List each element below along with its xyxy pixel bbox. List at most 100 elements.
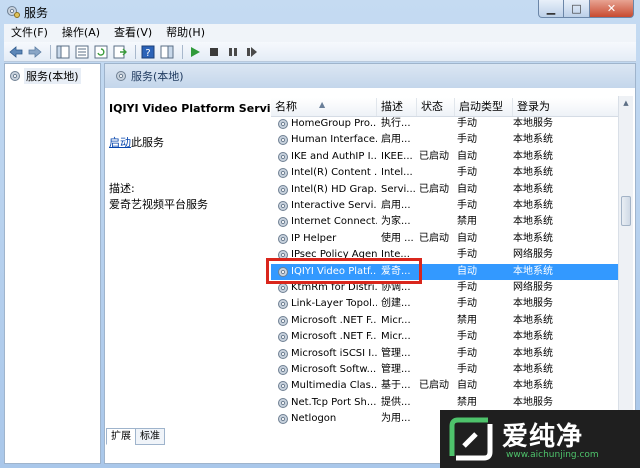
service-name-cell: Microsoft .NET F... xyxy=(291,331,377,343)
column-header-status[interactable]: 状态 xyxy=(417,98,455,116)
restart-service-button[interactable] xyxy=(244,44,260,60)
service-status-cell: 已启动 xyxy=(419,380,449,392)
service-status-cell xyxy=(419,313,455,329)
service-startup-type-cell: 自动 xyxy=(457,183,477,195)
service-status-cell xyxy=(419,346,455,362)
vertical-scrollbar[interactable]: ▲ ▼ xyxy=(618,96,633,440)
service-log-on-as-cell: 本地系统 xyxy=(513,265,553,277)
svg-text:?: ? xyxy=(145,48,150,59)
scroll-up-button[interactable]: ▲ xyxy=(619,96,633,110)
service-row[interactable]: Internet Connect... 为家... 禁用 本地系统 xyxy=(271,214,621,230)
refresh-button[interactable] xyxy=(93,44,109,60)
start-service-link[interactable]: 启动 xyxy=(109,136,131,149)
service-description-cell: 启用... xyxy=(381,134,411,146)
services-gear-icon xyxy=(10,71,20,81)
description-label: 描述: xyxy=(109,182,135,195)
close-button[interactable]: ✕ xyxy=(590,0,634,18)
service-log-on-as-cell: 本地系统 xyxy=(513,364,553,375)
service-status-cell xyxy=(419,247,455,263)
menu-view[interactable]: 查看(V) xyxy=(107,24,159,42)
service-startup-type-cell: 手动 xyxy=(457,347,477,359)
service-status-cell xyxy=(419,329,455,345)
show-action-pane-button[interactable] xyxy=(159,44,175,60)
service-description-cell: 管理... xyxy=(381,347,411,359)
column-header-name[interactable]: 名称 ▲ xyxy=(271,98,377,116)
service-gear-icon xyxy=(278,299,288,310)
service-status-cell xyxy=(419,280,455,296)
service-status-cell xyxy=(419,198,455,214)
watermark: 爱纯净 www.aichunjing.com xyxy=(440,410,640,468)
menu-help[interactable]: 帮助(H) xyxy=(159,24,212,42)
tree-item-services-local[interactable]: 服务(本地) xyxy=(9,68,81,84)
help-button[interactable]: ? xyxy=(140,44,156,60)
tab-standard[interactable]: 标准 xyxy=(135,428,165,445)
column-header-label: 登录为 xyxy=(517,100,550,113)
back-button[interactable] xyxy=(8,44,24,60)
service-description-cell: 基于... xyxy=(381,380,411,392)
properties-list-button[interactable] xyxy=(74,44,90,60)
tab-extended[interactable]: 扩展 xyxy=(106,428,136,445)
title-bar[interactable]: 服务 ▁ □ ✕ xyxy=(0,0,640,22)
service-name-cell: Microsoft iSCSI I... xyxy=(291,347,377,359)
maximize-button[interactable]: □ xyxy=(564,0,590,18)
menu-action[interactable]: 操作(A) xyxy=(55,24,107,42)
toolbar-separator xyxy=(182,44,183,59)
service-log-on-as-cell: 本地系统 xyxy=(513,200,553,211)
service-gear-icon xyxy=(278,348,288,359)
service-row[interactable]: Microsoft iSCSI I... 管理... 手动 本地系统 xyxy=(271,346,621,362)
pause-service-button[interactable] xyxy=(225,44,241,60)
service-status-cell xyxy=(419,132,455,148)
description-text: 爱奇艺视频平台服务 xyxy=(109,198,208,211)
column-header-label: 启动类型 xyxy=(459,100,503,113)
restart-icon xyxy=(247,46,257,57)
service-description-cell: IKEE... xyxy=(381,150,413,162)
service-gear-icon xyxy=(278,315,288,326)
service-row[interactable]: IP Helper 使用 ... 已启动 自动 本地系统 xyxy=(271,231,621,247)
service-row[interactable]: Microsoft .NET F... Micr... 禁用 本地系统 xyxy=(271,313,621,329)
service-row[interactable]: Intel(R) Content ... Intel... 手动 本地系统 xyxy=(271,165,621,181)
service-gear-icon xyxy=(278,332,288,343)
service-startup-type-cell: 自动 xyxy=(457,150,477,162)
back-arrow-icon xyxy=(9,45,23,58)
list-header: 名称 ▲ 描述 状态 启动类型 登录为 xyxy=(271,98,621,117)
service-row[interactable]: Microsoft Softw... 管理... 手动 本地系统 xyxy=(271,362,621,378)
minimize-button[interactable]: ▁ xyxy=(538,0,564,18)
service-description-cell: 提供... xyxy=(381,396,411,408)
column-header-startup-type[interactable]: 启动类型 xyxy=(455,98,513,116)
service-row[interactable]: HomeGroup Pro... 执行... 手动 本地服务 xyxy=(271,116,621,132)
stop-service-button[interactable] xyxy=(206,44,222,60)
column-header-log-on-as[interactable]: 登录为 xyxy=(513,98,621,116)
menu-file[interactable]: 文件(F) xyxy=(4,24,55,42)
service-row[interactable]: IKE and AuthIP I... IKEE... 已启动 自动 本地系统 xyxy=(271,149,621,165)
start-service-button[interactable] xyxy=(187,44,203,60)
service-gear-icon xyxy=(278,201,288,211)
service-log-on-as-cell: 本地服务 xyxy=(513,298,553,310)
selected-service-name: IQIYI Video Platform Service xyxy=(109,102,285,115)
service-gear-icon xyxy=(278,135,288,146)
service-row[interactable]: Microsoft .NET F... Micr... 手动 本地系统 xyxy=(271,329,621,345)
service-status-cell: 已启动 xyxy=(419,232,449,244)
service-name-cell: Net.Tcp Port Sh... xyxy=(291,396,377,408)
service-row[interactable]: Human Interface... 启用... 手动 本地系统 xyxy=(271,132,621,148)
service-startup-type-cell: 手动 xyxy=(457,331,477,343)
column-header-description[interactable]: 描述 xyxy=(377,98,417,116)
service-row[interactable]: Intel(R) HD Grap... Servi... 已启动 自动 本地系统 xyxy=(271,182,621,198)
service-status-cell xyxy=(419,116,455,132)
service-row[interactable]: Interactive Servi... 启用... 手动 本地系统 xyxy=(271,198,621,214)
watermark-text: 爱纯净 xyxy=(502,422,584,452)
service-status-cell xyxy=(419,362,455,378)
service-startup-type-cell: 手动 xyxy=(457,282,477,293)
service-log-on-as-cell: 网络服务 xyxy=(513,249,553,261)
service-row[interactable]: Net.Tcp Port Sh... 提供... 禁用 本地服务 xyxy=(271,395,621,411)
service-row[interactable]: Multimedia Clas... 基于... 已启动 自动 本地系统 xyxy=(271,378,621,394)
refresh-icon xyxy=(94,45,108,58)
service-gear-icon xyxy=(278,217,288,228)
sort-ascending-icon: ▲ xyxy=(319,100,326,109)
show-hide-console-tree-button[interactable] xyxy=(55,44,71,60)
service-startup-type-cell: 自动 xyxy=(457,265,477,277)
service-row[interactable]: Link-Layer Topol... 创建... 手动 本地服务 xyxy=(271,296,621,312)
scroll-thumb[interactable] xyxy=(621,196,631,226)
forward-button[interactable] xyxy=(27,44,43,60)
export-list-button[interactable] xyxy=(112,44,128,60)
scroll-up-icon: ▲ xyxy=(623,99,629,107)
